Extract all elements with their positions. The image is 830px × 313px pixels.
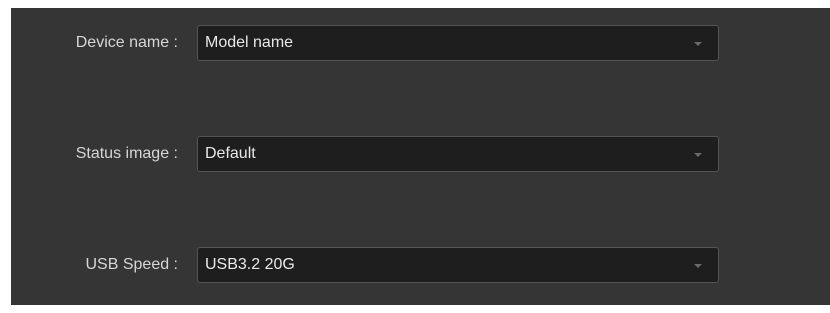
device-name-value: Model name bbox=[205, 34, 294, 51]
status-image-value: Default bbox=[205, 145, 256, 162]
device-name-select[interactable]: Model name bbox=[197, 25, 719, 61]
status-image-label: Status image : bbox=[75, 145, 178, 162]
device-name-label: Device name : bbox=[75, 34, 178, 51]
usb-speed-value: USB3.2 20G bbox=[205, 256, 295, 273]
device-name-row: Device name : Model name bbox=[11, 25, 830, 61]
chevron-down-icon bbox=[694, 264, 702, 268]
status-image-row: Status image : Default bbox=[11, 136, 830, 172]
status-image-select[interactable]: Default bbox=[197, 136, 719, 172]
usb-speed-select[interactable]: USB3.2 20G bbox=[197, 247, 719, 283]
chevron-down-icon bbox=[694, 153, 702, 157]
settings-panel: Device name : Model name Status image : … bbox=[11, 8, 830, 305]
chevron-down-icon bbox=[694, 42, 702, 46]
usb-speed-label: USB Speed : bbox=[85, 256, 179, 273]
usb-speed-row: USB Speed : USB3.2 20G bbox=[11, 247, 830, 283]
